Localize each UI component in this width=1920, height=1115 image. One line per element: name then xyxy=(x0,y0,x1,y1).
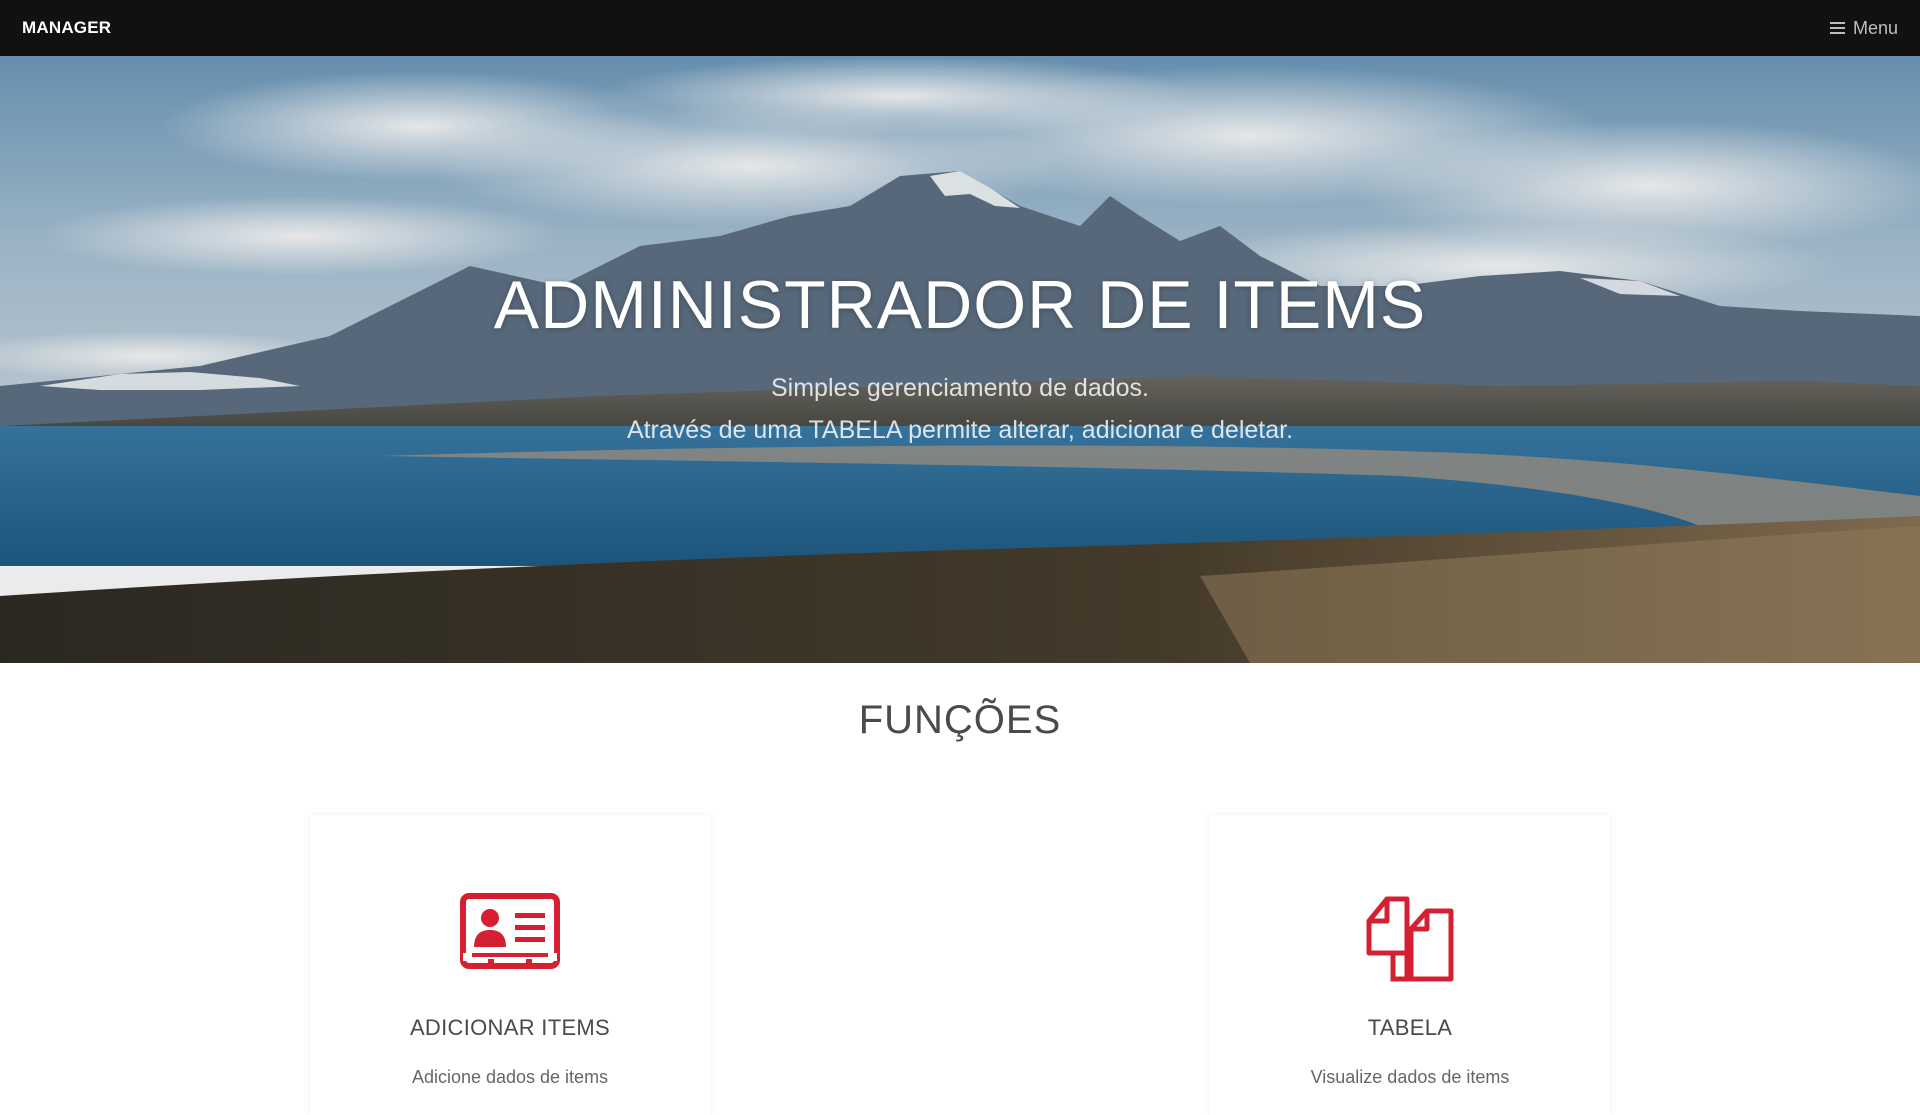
hero-subtitle-line1: Simples gerenciamento de dados. xyxy=(770,374,1149,402)
hero-content: ADMINISTRADOR DE ITEMS Simples gerenciam… xyxy=(0,56,1920,663)
hero-section: ADMINISTRADOR DE ITEMS Simples gerenciam… xyxy=(0,56,1920,663)
card-title: ADICIONAR ITEMS xyxy=(409,1015,611,1040)
card-adicionar-items[interactable]: ADICIONAR ITEMS Adicione dados de items xyxy=(310,815,710,1115)
card-text: Adicione dados de items xyxy=(411,1067,609,1087)
card-tabela[interactable]: TABELA Visualize dados de items xyxy=(1210,815,1610,1115)
id-card-icon xyxy=(310,893,710,969)
functions-section-title: FUNÇÕES xyxy=(858,698,1062,742)
top-navbar: MANAGER Menu xyxy=(0,0,1920,56)
hero-subtitle-line2: Através de uma TABELA permite alterar, a… xyxy=(626,416,1294,444)
menu-label: Menu xyxy=(1852,17,1898,38)
documents-icon xyxy=(1210,893,1610,983)
card-text: Visualize dados de items xyxy=(1310,1067,1510,1087)
card-title: TABELA xyxy=(1367,1015,1453,1040)
hero-title: ADMINISTRADOR DE ITEMS xyxy=(493,267,1427,343)
bars-icon xyxy=(1829,22,1845,34)
menu-toggle-button[interactable]: Menu xyxy=(1829,17,1898,39)
brand-link[interactable]: MANAGER xyxy=(22,18,111,38)
